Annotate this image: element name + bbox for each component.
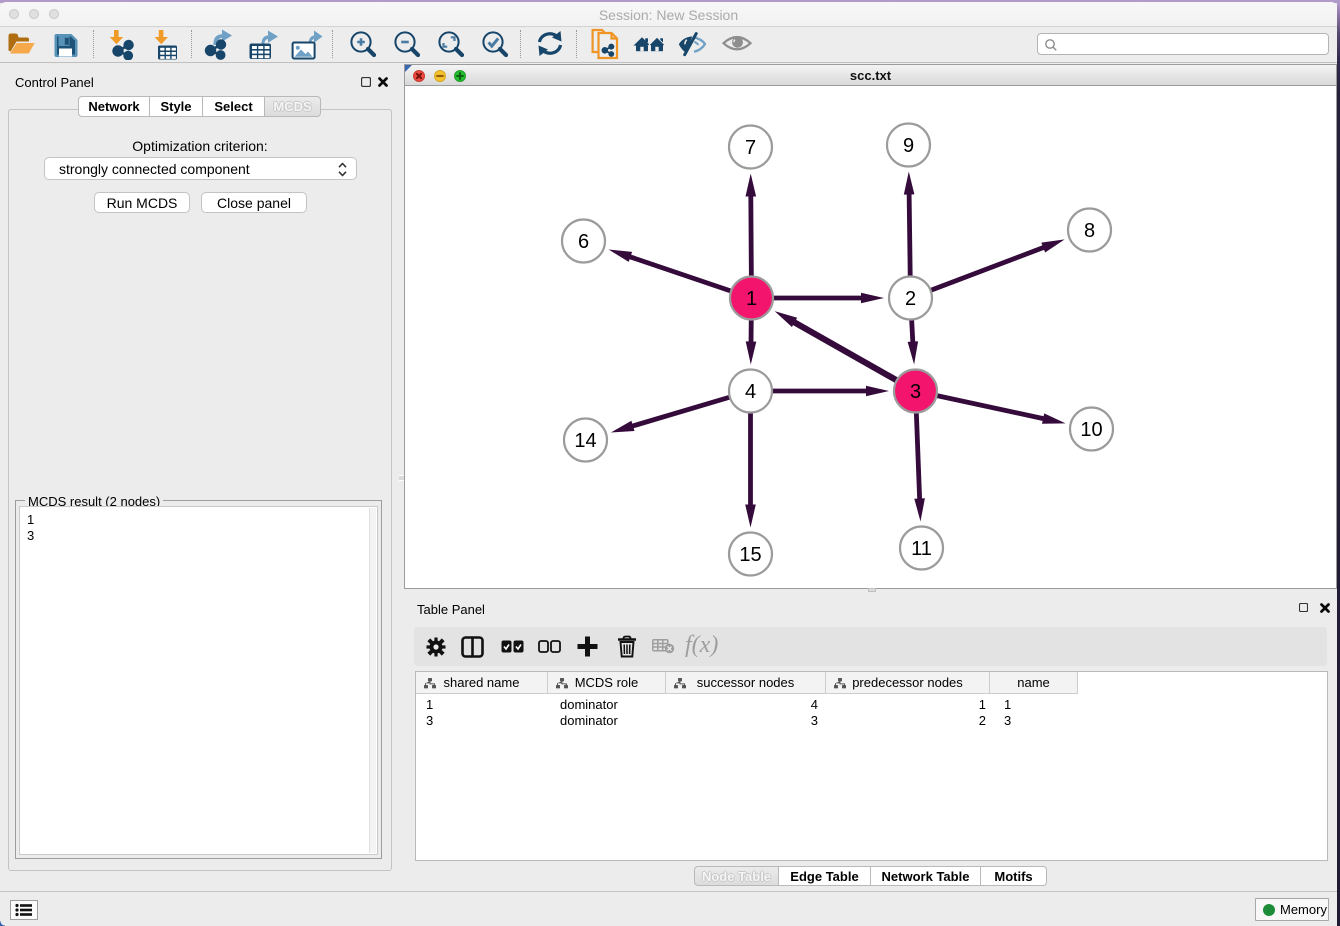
svg-text:14: 14: [574, 430, 596, 452]
svg-text:9: 9: [903, 135, 914, 157]
svg-text:2: 2: [905, 288, 916, 310]
svg-text:10: 10: [1080, 419, 1102, 441]
svg-text:6: 6: [578, 231, 589, 253]
svg-text:1: 1: [746, 288, 757, 310]
svg-text:8: 8: [1084, 220, 1095, 242]
svg-text:3: 3: [910, 381, 921, 403]
svg-text:11: 11: [911, 538, 932, 560]
svg-text:7: 7: [745, 137, 756, 159]
svg-text:15: 15: [739, 544, 761, 566]
svg-text:4: 4: [745, 381, 756, 403]
